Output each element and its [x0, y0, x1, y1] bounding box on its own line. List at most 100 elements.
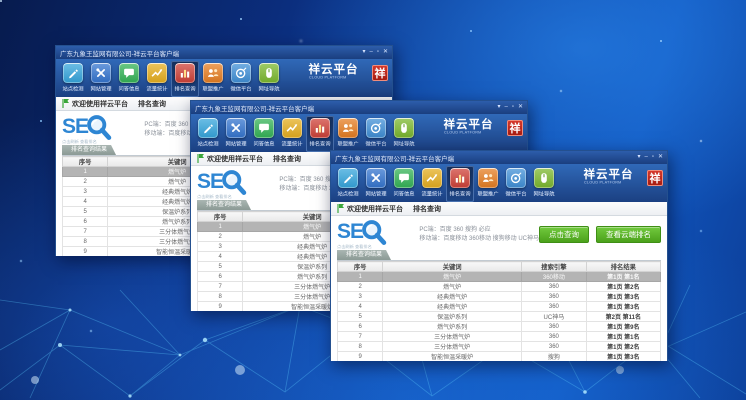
results-tab[interactable]: 排名查询结果 [197, 200, 251, 210]
welcome-section: 排名查询 [413, 204, 441, 214]
toolbar-item-rank-query[interactable]: 排名查询 [446, 166, 474, 202]
toolbar-item-wechat-platform[interactable]: 微信平台 [502, 166, 530, 202]
table-cell: 2 [63, 177, 108, 187]
maximize-button[interactable]: ▫ [377, 49, 379, 56]
results-tab[interactable]: 排名查询结果 [337, 250, 391, 260]
close-button[interactable]: ✕ [658, 154, 663, 161]
table-row[interactable]: 3经典燃气炉360第1页 第3名 [338, 292, 661, 302]
brand-seal-icon: 祥 [647, 170, 663, 186]
union-promo-icon [203, 63, 223, 83]
table-cell: 4 [63, 197, 108, 207]
table-cell: 搜狗 [522, 352, 587, 362]
toolbar-item-rank-query[interactable]: 排名查询 [306, 116, 334, 152]
welcome-text: 欢迎使用祥云平台 [347, 204, 403, 214]
table-cell: 经典燃气炉 [383, 302, 522, 312]
table-row[interactable]: 9智能恒温采暖炉搜狗第1页 第3名 [338, 352, 661, 362]
minimize-button[interactable]: – [504, 104, 507, 111]
toolbar-item-union-promo[interactable]: 联盟推广 [199, 61, 227, 97]
toolbar-item-site-manage[interactable]: 网站管理 [87, 61, 115, 97]
table-cell: 第1页 第9名 [586, 322, 660, 332]
toolbar-item-site-manage[interactable]: 网站管理 [222, 116, 250, 152]
maximize-button[interactable]: ▫ [512, 104, 514, 111]
brand-name: 祥云平台 [309, 64, 370, 76]
toolbar-item-wechat-platform[interactable]: 微信平台 [227, 61, 255, 97]
toolbar-item-label: 流量统计 [281, 140, 302, 148]
table-cell: 5 [338, 312, 383, 322]
brand-name: 祥云平台 [584, 169, 645, 181]
rank-query-icon [175, 63, 195, 83]
toolbar-item-site-nav[interactable]: 网址导航 [255, 61, 283, 97]
table-row[interactable]: 2燃气炉360第1页 第2名 [338, 282, 661, 292]
close-button[interactable]: ✕ [518, 104, 523, 111]
toolbar-item-label: 网站管理 [365, 190, 386, 198]
brand-subtitle: CLOUD PLATFORM [584, 181, 622, 185]
toolbar-item-site-manage[interactable]: 网站管理 [362, 166, 390, 202]
toolbar: 站点检测网站管理问答信息流量统计排名查询联盟推广微信平台网址导航 祥云平台 CL… [331, 164, 667, 202]
table-cell: 第1页 第3名 [586, 302, 660, 312]
table-cell: 8 [63, 237, 108, 247]
toolbar-item-traffic-stats[interactable]: 流量统计 [418, 166, 446, 202]
wechat-platform-icon [366, 118, 386, 138]
skin-button[interactable]: ▾ [497, 104, 500, 111]
table-cell: 1 [198, 222, 243, 232]
table-cell: 6 [63, 217, 108, 227]
table-cell: 9 [63, 247, 108, 257]
toolbar-item-site-check[interactable]: 站点检测 [334, 166, 362, 202]
table-cell: 360 [522, 342, 587, 352]
toolbar-item-qa-info[interactable]: 问答信息 [115, 61, 143, 97]
table-header-row: 序号关键词搜索引擎排名结果 [338, 262, 661, 272]
window-title: 广东九象王监网有限公司-祥云平台客户端 [335, 153, 637, 163]
table-row[interactable]: 8三分体燃气炉360第1页 第2名 [338, 342, 661, 352]
toolbar-item-label: 网站管理 [225, 140, 246, 148]
toolbar-item-qa-info[interactable]: 问答信息 [390, 166, 418, 202]
toolbar-item-union-promo[interactable]: 联盟推广 [334, 116, 362, 152]
minimize-button[interactable]: – [369, 49, 372, 56]
table-cell: 1 [63, 167, 108, 177]
table-row[interactable]: 1燃气炉360移动第1页 第1名 [338, 272, 661, 282]
toolbar-item-wechat-platform[interactable]: 微信平台 [362, 116, 390, 152]
table-cell: 4 [338, 302, 383, 312]
toolbar-item-site-nav[interactable]: 网址导航 [530, 166, 558, 202]
brand: 祥云平台 CLOUD PLATFORM 祥 [584, 169, 664, 187]
welcome-text: 欢迎使用祥云平台 [72, 99, 128, 109]
toolbar-items: 站点检测网站管理问答信息流量统计排名查询联盟推广微信平台网址导航 [59, 61, 283, 97]
skin-button[interactable]: ▾ [637, 154, 640, 161]
qa-info-icon [394, 168, 414, 188]
view-cloud-rank-button[interactable]: 查看云端排名 [596, 226, 661, 243]
titlebar: 广东九象王监网有限公司-祥云平台客户端 ▾ – ▫ ✕ [191, 101, 527, 114]
toolbar-item-traffic-stats[interactable]: 流量统计 [278, 116, 306, 152]
toolbar-item-union-promo[interactable]: 联盟推广 [474, 166, 502, 202]
toolbar-item-rank-query[interactable]: 排名查询 [171, 61, 199, 97]
results-table: 序号关键词搜索引擎排名结果 1燃气炉360移动第1页 第1名2燃气炉360第1页… [337, 261, 661, 361]
results-tab[interactable]: 排名查询结果 [62, 145, 116, 155]
table-cell: 3 [338, 292, 383, 302]
maximize-button[interactable]: ▫ [652, 154, 654, 161]
skin-button[interactable]: ▾ [362, 49, 365, 56]
table-cell: 1 [338, 272, 383, 282]
site-check-icon [198, 118, 218, 138]
brand-subtitle: CLOUD PLATFORM [309, 76, 347, 80]
table-row[interactable]: 4经典燃气炉360第1页 第3名 [338, 302, 661, 312]
minimize-button[interactable]: – [644, 154, 647, 161]
table-cell: 智能恒温采暖炉 [383, 352, 522, 362]
table-row[interactable]: 7三分体燃气炉360第1页 第1名 [338, 332, 661, 342]
site-nav-icon [259, 63, 279, 83]
table-row[interactable]: 5保温炉系列UC神马第2页 第11名 [338, 312, 661, 322]
toolbar-item-label: 微信平台 [230, 85, 251, 93]
wechat-platform-icon [506, 168, 526, 188]
traffic-stats-icon [282, 118, 302, 138]
toolbar-item-site-check[interactable]: 站点检测 [59, 61, 87, 97]
engine-lines: PC端：百度 360 搜狗 必应 移动端：百度移动 360移动 搜狗移动 UC神… [419, 226, 539, 244]
query-button[interactable]: 点击查询 [539, 226, 589, 243]
toolbar-item-traffic-stats[interactable]: 流量统计 [143, 61, 171, 97]
toolbar-item-site-check[interactable]: 站点检测 [194, 116, 222, 152]
magnifier-icon [361, 219, 387, 245]
table-row[interactable]: 6燃气炉系列360第1页 第9名 [338, 322, 661, 332]
toolbar-item-site-nav[interactable]: 网址导航 [390, 116, 418, 152]
toolbar-item-label: 联盟推广 [477, 190, 498, 198]
magnifier-icon [86, 114, 112, 140]
site-check-icon [63, 63, 83, 83]
toolbar-item-qa-info[interactable]: 问答信息 [250, 116, 278, 152]
close-button[interactable]: ✕ [383, 49, 388, 56]
brand-seal-icon: 祥 [507, 120, 523, 136]
